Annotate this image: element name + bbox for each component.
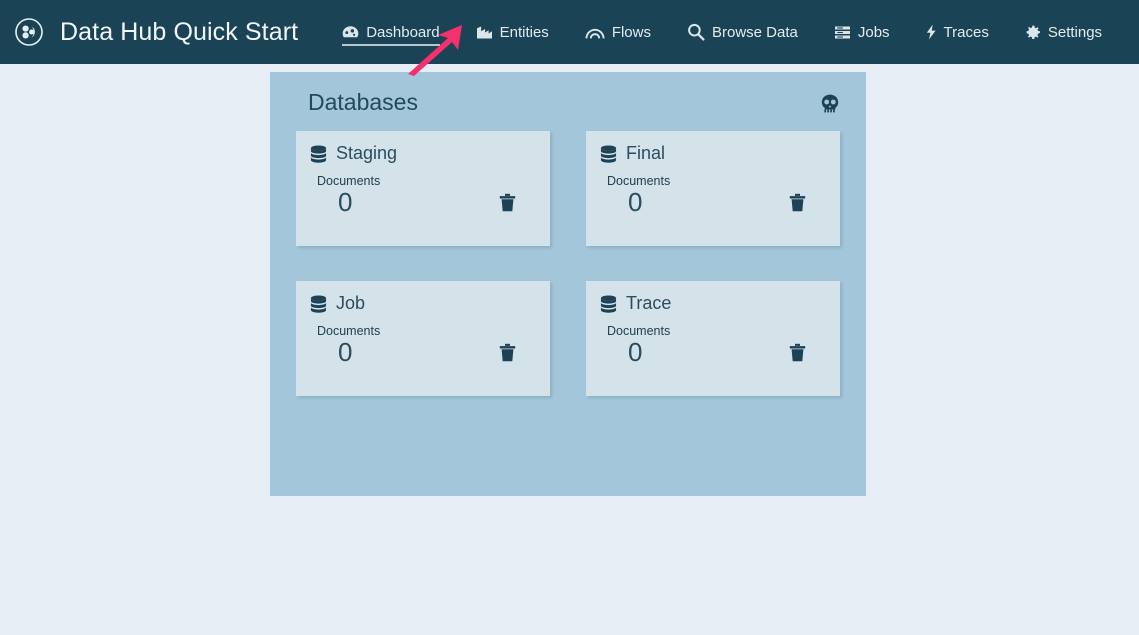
- nav-label-traces: Traces: [943, 23, 989, 41]
- flows-arc-icon: [585, 25, 605, 40]
- avatar[interactable]: [1120, 23, 1139, 42]
- database-card-header: Job: [310, 293, 536, 314]
- database-card[interactable]: Final Documents 0: [586, 131, 840, 247]
- database-card-header: Staging: [310, 143, 536, 164]
- database-card-bottom: 0: [600, 189, 826, 215]
- database-metric-label: Documents: [607, 324, 671, 339]
- traces-bolt-icon: [926, 24, 937, 40]
- nav-item-browse-data[interactable]: Browse Data: [669, 0, 816, 64]
- entities-bar-chart-icon: [476, 25, 493, 40]
- database-name: Trace: [626, 293, 672, 314]
- trash-icon[interactable]: [786, 190, 808, 214]
- trash-icon[interactable]: [786, 340, 808, 364]
- database-card-bottom: 0: [310, 189, 536, 215]
- top-navbar: Data Hub Quick Start Dashboard Entities …: [0, 0, 1139, 76]
- database-stack-icon: [310, 295, 327, 313]
- database-card-bottom: 0: [600, 339, 826, 365]
- nav-item-entities[interactable]: Entities: [458, 0, 567, 64]
- database-stack-icon: [600, 145, 617, 163]
- jobs-server-list-icon: [834, 25, 851, 40]
- database-metric-label: Documents: [317, 324, 381, 339]
- trash-icon[interactable]: [496, 340, 518, 364]
- database-stack-icon: [310, 145, 327, 163]
- database-metric-label: Documents: [317, 174, 381, 189]
- databases-grid: Staging Documents 0 Final Documents 0 Jo…: [290, 131, 846, 397]
- nav-label-jobs: Jobs: [857, 23, 890, 41]
- database-name: Final: [626, 143, 666, 164]
- main-content: Databases Staging Documents 0 Final Docu…: [0, 64, 1139, 635]
- database-card-header: Final: [600, 143, 826, 164]
- databases-panel: Databases Staging Documents 0 Final Docu…: [270, 72, 866, 496]
- search-icon: [687, 23, 705, 41]
- nav-item-flows[interactable]: Flows: [567, 0, 669, 64]
- database-document-count: 0: [338, 337, 353, 368]
- database-name: Job: [336, 293, 366, 314]
- trash-icon[interactable]: [496, 190, 518, 214]
- nav-item-traces[interactable]: Traces: [908, 0, 1007, 64]
- marklogic-circle-logo-icon[interactable]: [14, 17, 44, 47]
- database-stack-icon: [600, 295, 617, 313]
- database-metric-label: Documents: [607, 174, 671, 189]
- database-card[interactable]: Staging Documents 0: [296, 131, 550, 247]
- database-document-count: 0: [628, 337, 643, 368]
- database-card-bottom: 0: [310, 339, 536, 365]
- database-document-count: 0: [338, 187, 353, 218]
- nav-item-jobs[interactable]: Jobs: [816, 0, 908, 64]
- nav-label-dashboard: Dashboard: [366, 23, 440, 41]
- nav-label-flows: Flows: [611, 23, 651, 41]
- databases-panel-header: Databases: [290, 89, 846, 115]
- nav-label-entities: Entities: [499, 23, 549, 41]
- database-document-count: 0: [628, 187, 643, 218]
- database-name: Staging: [336, 143, 398, 164]
- nav-item-settings[interactable]: Settings: [1007, 0, 1120, 64]
- nav-label-browse-data: Browse Data: [711, 23, 798, 41]
- dashboard-gauge-icon: [342, 25, 359, 40]
- gear-icon: [1025, 24, 1041, 40]
- database-card[interactable]: Job Documents 0: [296, 281, 550, 397]
- database-card[interactable]: Trace Documents 0: [586, 281, 840, 397]
- nav-label-settings: Settings: [1047, 23, 1103, 41]
- skull-icon[interactable]: [821, 94, 839, 113]
- nav-items: Dashboard Entities Flows Browse Data Job…: [324, 0, 1120, 64]
- database-card-header: Trace: [600, 293, 826, 314]
- nav-item-dashboard[interactable]: Dashboard: [324, 0, 457, 64]
- page-title: Data Hub Quick Start: [60, 17, 299, 46]
- databases-panel-title: Databases: [308, 89, 418, 115]
